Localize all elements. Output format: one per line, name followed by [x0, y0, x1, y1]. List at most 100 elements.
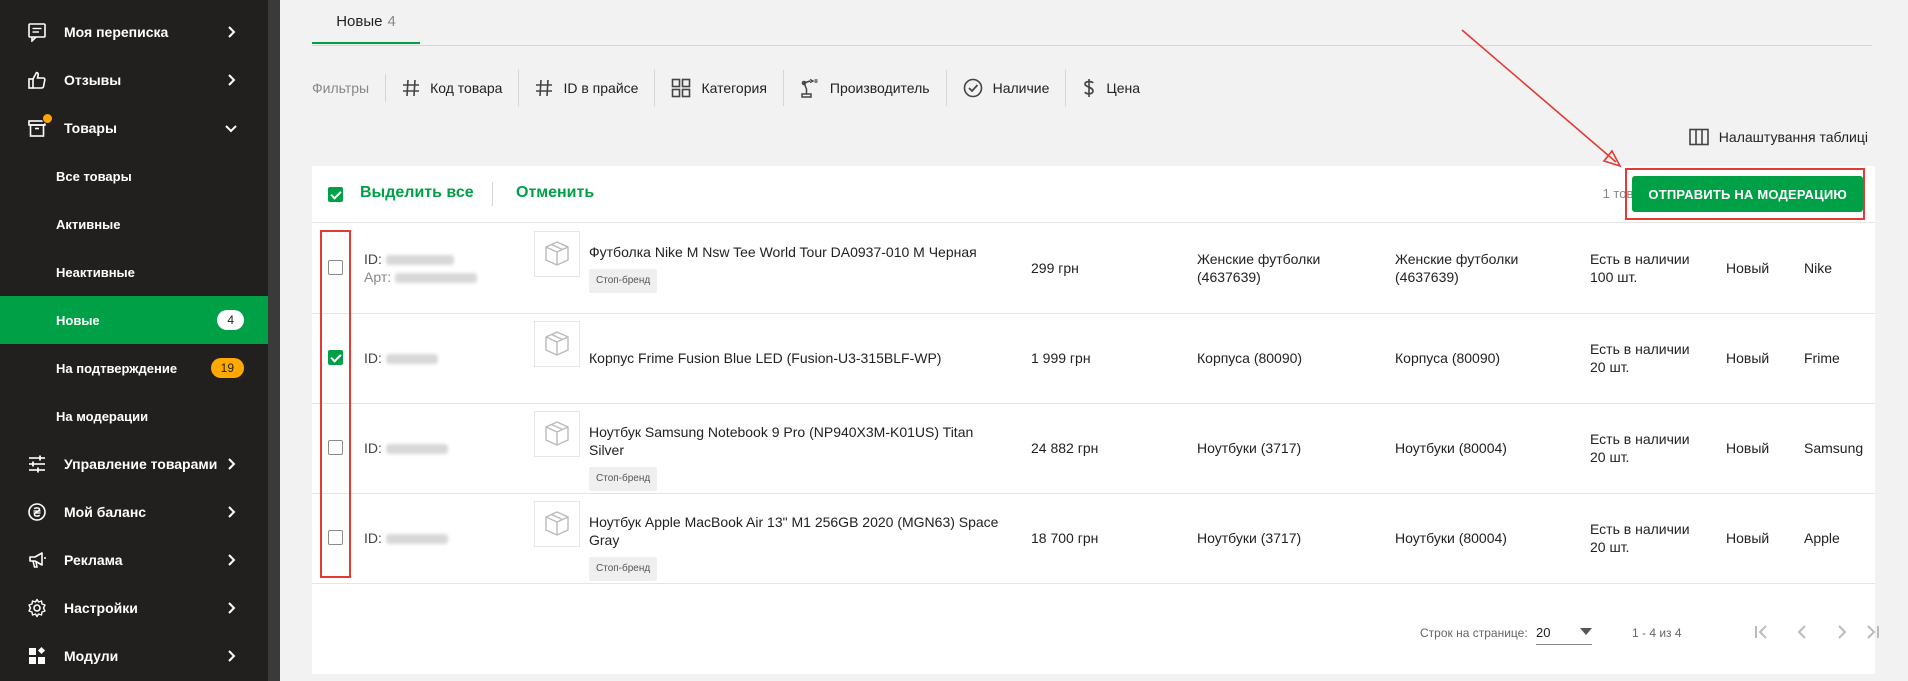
rows-per-page-select[interactable]: 20: [1536, 620, 1592, 645]
rows-per-page-label: Строк на странице:: [1420, 626, 1528, 640]
product-availability: Есть в наличии 20 шт.: [1590, 521, 1690, 555]
table-row[interactable]: ID: Ноутбук Samsung Notebook 9 Pro (NP94…: [312, 403, 1875, 494]
product-brand: Apple: [1804, 530, 1840, 546]
product-thumbnail[interactable]: [534, 501, 580, 547]
tab-bar: Новые 4: [312, 0, 1872, 46]
product-name-cell: Ноутбук Samsung Notebook 9 Pro (NP940X3M…: [589, 423, 999, 491]
product-price-category: Ноутбуки (80004): [1395, 440, 1507, 456]
count-badge: 4: [217, 310, 244, 330]
blurred-id: [385, 354, 438, 365]
prev-page-icon[interactable]: [1792, 622, 1812, 642]
first-page-icon[interactable]: [1752, 622, 1772, 642]
sidebar-item-modules[interactable]: Модули: [0, 632, 268, 680]
sidebar-item-label: Отзывы: [64, 72, 122, 88]
id-label: ID:: [364, 350, 382, 366]
gear-icon: [25, 596, 49, 620]
filter-price[interactable]: Цена: [1066, 70, 1156, 106]
sidebar-item-products[interactable]: Товары: [0, 104, 268, 152]
sidebar-subitem-all-products[interactable]: Все товары: [0, 152, 268, 200]
sidebar: Моя переписка Отзывы Товары Все товары А…: [0, 0, 268, 681]
product-thumbnail[interactable]: [534, 231, 580, 277]
chevron-down-icon: [225, 125, 237, 133]
sidebar-subitem-on-moderation[interactable]: На модерации: [0, 392, 268, 440]
sidebar-subitem-new[interactable]: Новые 4: [0, 296, 268, 344]
divider: [492, 182, 493, 206]
last-page-icon[interactable]: [1862, 622, 1882, 642]
product-name[interactable]: Футболка Nike M Nsw Tee World Tour DA093…: [589, 244, 977, 260]
sidebar-item-settings[interactable]: Настройки: [0, 584, 268, 632]
row-checkbox[interactable]: [328, 260, 343, 275]
notification-dot: [42, 113, 53, 124]
table-row[interactable]: ID: Корпус Frime Fusion Blue LED (Fusion…: [312, 313, 1875, 404]
product-name-cell: Корпус Frime Fusion Blue LED (Fusion-U3-…: [589, 349, 999, 367]
product-price-category: Женские футболки (4637639): [1395, 251, 1519, 285]
product-ids: ID: Арт:: [364, 250, 478, 286]
sidebar-subitem-label: На подтверждение: [56, 360, 178, 376]
product-category: Корпуса (80090): [1197, 350, 1303, 366]
filter-manufacturer[interactable]: Производитель: [784, 70, 947, 106]
sidebar-subitem-active[interactable]: Активные: [0, 200, 268, 248]
row-checkbox[interactable]: [328, 350, 343, 365]
product-status: Новый: [1726, 530, 1770, 546]
product-category: Ноутбуки (3717): [1197, 530, 1302, 546]
product-status: Новый: [1726, 440, 1770, 456]
sidebar-item-reviews[interactable]: Отзывы: [0, 56, 268, 104]
product-thumbnail[interactable]: [534, 411, 580, 457]
sidebar-subitem-label: Все товары: [56, 168, 132, 184]
product-name-cell: Ноутбук Apple MacBook Air 13" M1 256GB 2…: [589, 513, 999, 581]
product-name[interactable]: Корпус Frime Fusion Blue LED (Fusion-U3-…: [589, 350, 941, 366]
sidebar-item-balance[interactable]: Мой баланс: [0, 488, 268, 536]
currency-icon: [25, 500, 49, 524]
thumbs-up-icon: [25, 68, 49, 92]
rows-per-page-value: 20: [1536, 624, 1551, 640]
product-availability: Есть в наличии 20 шт.: [1590, 341, 1690, 375]
chevron-right-icon: [228, 506, 236, 518]
row-checkbox[interactable]: [328, 440, 343, 455]
row-checkbox[interactable]: [328, 530, 343, 545]
tab-count: 4: [387, 12, 396, 30]
sidebar-item-advertising[interactable]: Реклама: [0, 536, 268, 584]
next-page-icon[interactable]: [1832, 622, 1852, 642]
sidebar-item-messages[interactable]: Моя переписка: [0, 8, 268, 56]
sidebar-item-label: Товары: [64, 120, 117, 136]
product-thumbnail[interactable]: [534, 321, 580, 367]
box-placeholder-icon: [542, 418, 572, 451]
megaphone-icon: [25, 548, 49, 572]
stop-brand-tag: Стоп-бренд: [589, 467, 658, 491]
id-label: ID:: [364, 440, 382, 456]
tab-new[interactable]: Новые 4: [312, 0, 420, 44]
table-row[interactable]: ID: Ноутбук Apple MacBook Air 13" M1 256…: [312, 493, 1875, 584]
select-all-checkbox[interactable]: [328, 187, 343, 202]
filter-label: Категория: [701, 80, 767, 96]
filter-availability[interactable]: Наличие: [947, 70, 1067, 106]
robot-arm-icon: [801, 78, 818, 98]
product-ids: ID:: [364, 529, 448, 547]
product-price: 299 грн: [1031, 260, 1079, 276]
sidebar-subitem-pending-confirmation[interactable]: На подтверждение 19: [0, 344, 268, 392]
send-to-moderation-button[interactable]: ОТПРАВИТЬ НА МОДЕРАЦИЮ: [1632, 176, 1863, 212]
filters-label: Фильтры: [312, 74, 387, 102]
filter-product-code[interactable]: Код товара: [386, 70, 520, 106]
sidebar-item-product-management[interactable]: Управление товарами: [0, 440, 268, 488]
table-row[interactable]: ID: Арт: Футболка Nike M Nsw Tee World T…: [312, 223, 1875, 314]
dollar-icon: [1084, 79, 1095, 97]
filter-price-id[interactable]: ID в прайсе: [519, 70, 656, 106]
product-ids: ID:: [364, 349, 438, 367]
product-name[interactable]: Ноутбук Samsung Notebook 9 Pro (NP940X3M…: [589, 424, 973, 458]
table-settings-button[interactable]: Налаштування таблиці: [1688, 128, 1868, 146]
chevron-right-icon: [228, 458, 236, 470]
box-placeholder-icon: [542, 508, 572, 541]
stop-brand-tag: Стоп-бренд: [589, 557, 658, 581]
sidebar-subitem-label: Неактивные: [56, 264, 135, 280]
table-settings-label: Налаштування таблиці: [1718, 129, 1868, 145]
cancel-selection-button[interactable]: Отменить: [516, 184, 594, 202]
sidebar-scrollbar[interactable]: [268, 0, 280, 681]
sidebar-subitem-inactive[interactable]: Неактивные: [0, 248, 268, 296]
sidebar-item-label: Моя переписка: [64, 24, 169, 40]
product-brand: Nike: [1804, 260, 1833, 276]
product-ids: ID:: [364, 439, 448, 457]
chevron-right-icon: [228, 74, 236, 86]
product-name[interactable]: Ноутбук Apple MacBook Air 13" M1 256GB 2…: [589, 514, 998, 548]
filter-category[interactable]: Категория: [655, 70, 784, 106]
select-all-button[interactable]: Выделить все: [360, 184, 474, 202]
